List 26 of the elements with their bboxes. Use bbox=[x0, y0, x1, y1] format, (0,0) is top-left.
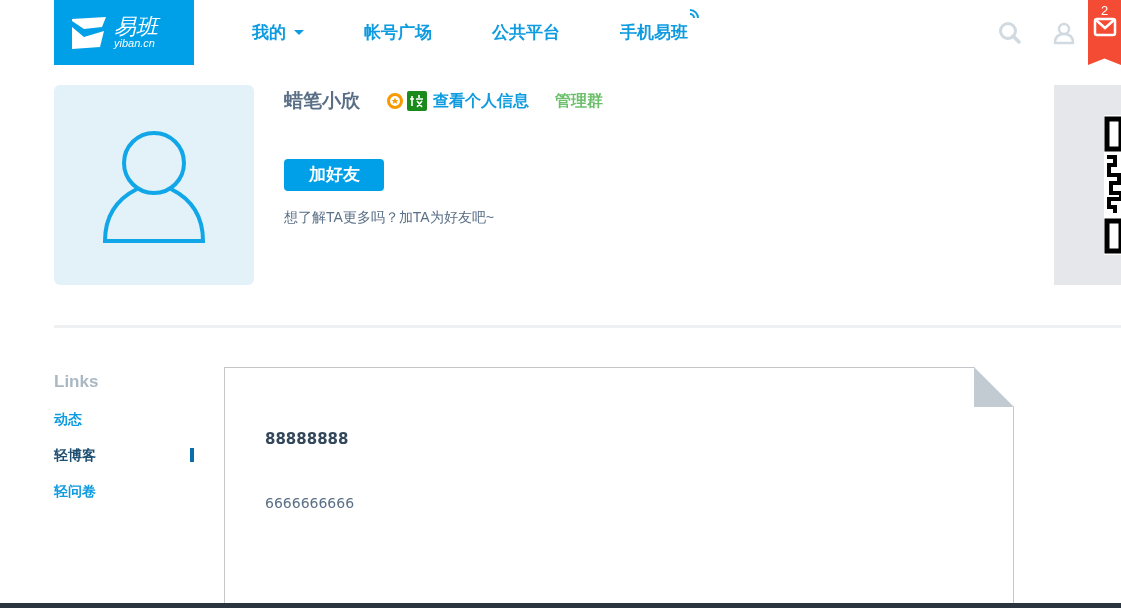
post-body: 6666666666 bbox=[265, 493, 356, 513]
school-badge-icon bbox=[407, 91, 427, 111]
mail-count: 2 bbox=[1100, 4, 1109, 17]
user-name: 蜡笔小欣 bbox=[284, 88, 360, 113]
logo-domain: yiban.cn bbox=[114, 38, 156, 49]
sidebar-link[interactable]: 轻问卷 bbox=[54, 480, 96, 502]
signal-icon bbox=[688, 7, 700, 20]
links-heading: Links bbox=[54, 373, 100, 390]
search-icon[interactable] bbox=[998, 20, 1022, 45]
site-logo[interactable]: 易班 yiban.cn bbox=[54, 0, 194, 65]
nav-link[interactable]: 帐号广场 bbox=[364, 19, 432, 46]
add-friend-hint: 想了解TA更多吗？加TA为好友吧~ bbox=[284, 208, 495, 227]
view-profile-link[interactable]: 查看个人信息 bbox=[433, 89, 529, 113]
sidebar-link[interactable]: 轻博客 bbox=[54, 444, 96, 466]
mail-ribbon[interactable]: 2 bbox=[1088, 0, 1121, 65]
manage-group-link[interactable]: 管理群 bbox=[555, 89, 603, 113]
nav-link[interactable]: 公共平台 bbox=[492, 19, 560, 46]
star-badge-icon bbox=[387, 93, 403, 109]
post-title: 88888888 bbox=[265, 429, 350, 450]
sidebar-link[interactable]: 动态 bbox=[54, 408, 82, 430]
mail-icon bbox=[1092, 17, 1117, 37]
nav-link[interactable]: 手机易班 bbox=[620, 19, 688, 46]
add-friend-button[interactable]: 加好友 bbox=[284, 159, 384, 191]
user-icon[interactable] bbox=[1052, 20, 1076, 45]
caret-icon bbox=[294, 29, 304, 36]
nav-link[interactable]: 我的 bbox=[252, 19, 304, 46]
